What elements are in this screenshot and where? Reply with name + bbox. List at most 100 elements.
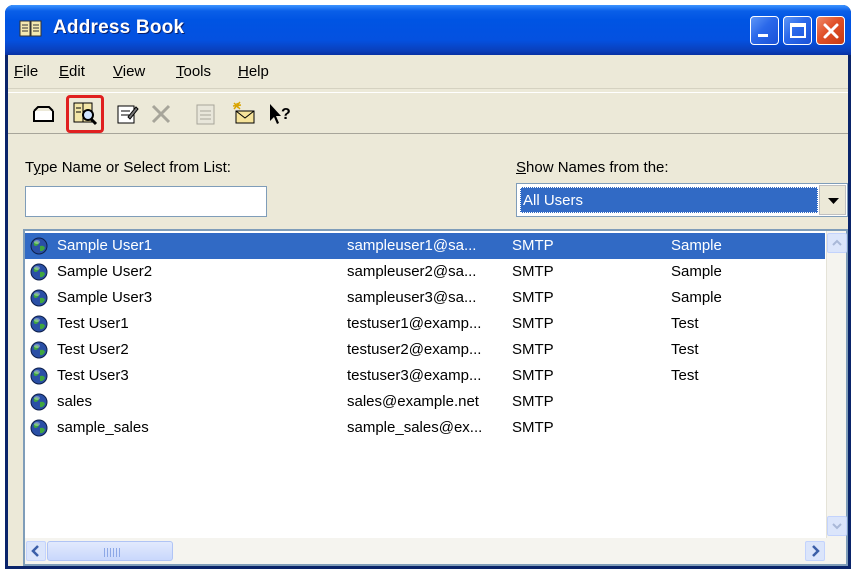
add-to-contacts-button [190,98,222,130]
address-list[interactable]: Sample User1 sampleuser1@sa... SMTP Sample S… [23,229,848,566]
minimize-button[interactable] [750,16,779,45]
list-item[interactable]: Sample User2 sampleuser2@sa... SMTP Sample [25,259,825,285]
close-button[interactable] [816,16,845,45]
help-pointer-button[interactable]: ? [264,98,296,130]
title-bar[interactable]: Address Book [5,5,851,55]
menu-tools[interactable]: Tools [176,63,211,80]
globe-icon [30,341,48,359]
menu-bar: File Edit View Tools Help [8,55,848,89]
address-book-icon [19,20,42,37]
toolbar: ? [8,92,848,134]
search-label-mnemonic: y [33,159,41,176]
delete-icon [151,104,171,124]
scroll-left-button[interactable] [26,541,46,561]
menu-help[interactable]: Help [238,63,269,80]
chevron-down-icon [832,523,842,530]
scroll-thumb[interactable] [47,541,173,561]
chevron-right-icon [812,545,820,557]
contact-company: Test [671,315,699,332]
list-item[interactable]: Test User1 testuser1@examp... SMTP Test [25,311,825,337]
show-names-label-post: how Names from the: [526,159,669,176]
menu-edit-label: dit [69,63,85,80]
chevron-up-icon [832,239,842,246]
menu-help-label: elp [248,63,269,80]
vertical-scrollbar[interactable] [826,231,847,538]
grip-icon [104,548,120,557]
delete-button [145,98,177,130]
contact-company: Sample [671,237,722,254]
client-area: File Edit View Tools Help ? Type Name or… [8,55,848,566]
new-entry-icon [232,101,255,124]
scroll-right-button[interactable] [805,541,825,561]
contact-company: Test [671,341,699,358]
properties-button[interactable] [111,98,143,130]
contact-type: SMTP [512,341,554,358]
globe-icon [30,289,48,307]
contact-type: SMTP [512,367,554,384]
globe-icon [30,393,48,411]
menu-view-mnemonic: V [113,63,123,80]
contact-name: Test User1 [57,315,129,332]
contact-type: SMTP [512,237,554,254]
new-message-icon [33,106,54,122]
list-item[interactable]: Test User2 testuser2@examp... SMTP Test [25,337,825,363]
list-item[interactable]: Sample User1 sampleuser1@sa... SMTP Sample [25,233,825,259]
minimize-icon [758,34,768,37]
contact-name: Test User3 [57,367,129,384]
menu-edit[interactable]: Edit [59,63,85,80]
search-label-post: pe Name or Select from List: [40,159,231,176]
contact-name: Sample User1 [57,237,153,254]
contact-type: SMTP [512,289,554,306]
menu-edit-mnemonic: E [59,63,70,80]
menu-file-label: ile [23,63,39,80]
chevron-left-icon [31,545,39,557]
new-entry-button[interactable] [228,98,260,130]
list-item[interactable]: sales sales@example.net SMTP [25,389,825,415]
contact-name: Sample User3 [57,289,153,306]
menu-view[interactable]: View [113,63,145,80]
list-item[interactable]: Test User3 testuser3@examp... SMTP Test [25,363,825,389]
contact-email: sales@example.net [347,393,479,410]
contact-email: sample_sales@ex... [347,419,483,436]
contact-name: Sample User2 [57,263,153,280]
horizontal-scrollbar[interactable] [25,538,846,564]
globe-icon [30,419,48,437]
menu-view-label: iew [122,63,146,80]
find-items-button[interactable] [66,95,104,133]
show-names-dropdown[interactable]: All Users [516,183,848,217]
globe-icon [30,315,48,333]
menu-file[interactable]: File [14,63,38,80]
menu-tools-label: ools [183,63,212,80]
contact-company: Test [671,367,699,384]
maximize-button[interactable] [783,16,812,45]
new-message-button[interactable] [28,98,60,130]
maximize-icon [790,23,806,38]
globe-icon [30,263,48,281]
window-title: Address Book [53,17,185,38]
contact-email: testuser2@examp... [347,341,482,358]
close-icon [823,23,839,39]
scroll-up-button[interactable] [827,233,847,253]
menu-help-mnemonic: H [238,63,249,80]
contact-company: Sample [671,289,722,306]
menu-tools-mnemonic: T [176,63,184,80]
properties-icon [117,105,139,124]
contact-name: sales [57,393,93,410]
show-names-selected: All Users [520,187,818,213]
add-to-contacts-icon [196,104,215,125]
list-item[interactable]: sample_sales sample_sales@ex... SMTP [25,415,825,441]
list-item[interactable]: Sample User3 sampleuser3@sa... SMTP Sample [25,285,825,311]
scroll-down-button[interactable] [827,516,847,536]
dropdown-button[interactable] [819,185,846,215]
contact-email: sampleuser2@sa... [347,263,477,280]
contact-type: SMTP [512,315,554,332]
chevron-down-icon [828,198,839,204]
name-search-input[interactable] [25,186,267,217]
contact-type: SMTP [512,263,554,280]
address-book-window: Address Book File Edit View Tools Help ?… [5,5,851,569]
find-items-icon [73,102,98,126]
contact-type: SMTP [512,419,554,436]
contact-email: testuser3@examp... [347,367,482,384]
contact-company: Sample [671,263,722,280]
globe-icon [30,367,48,385]
